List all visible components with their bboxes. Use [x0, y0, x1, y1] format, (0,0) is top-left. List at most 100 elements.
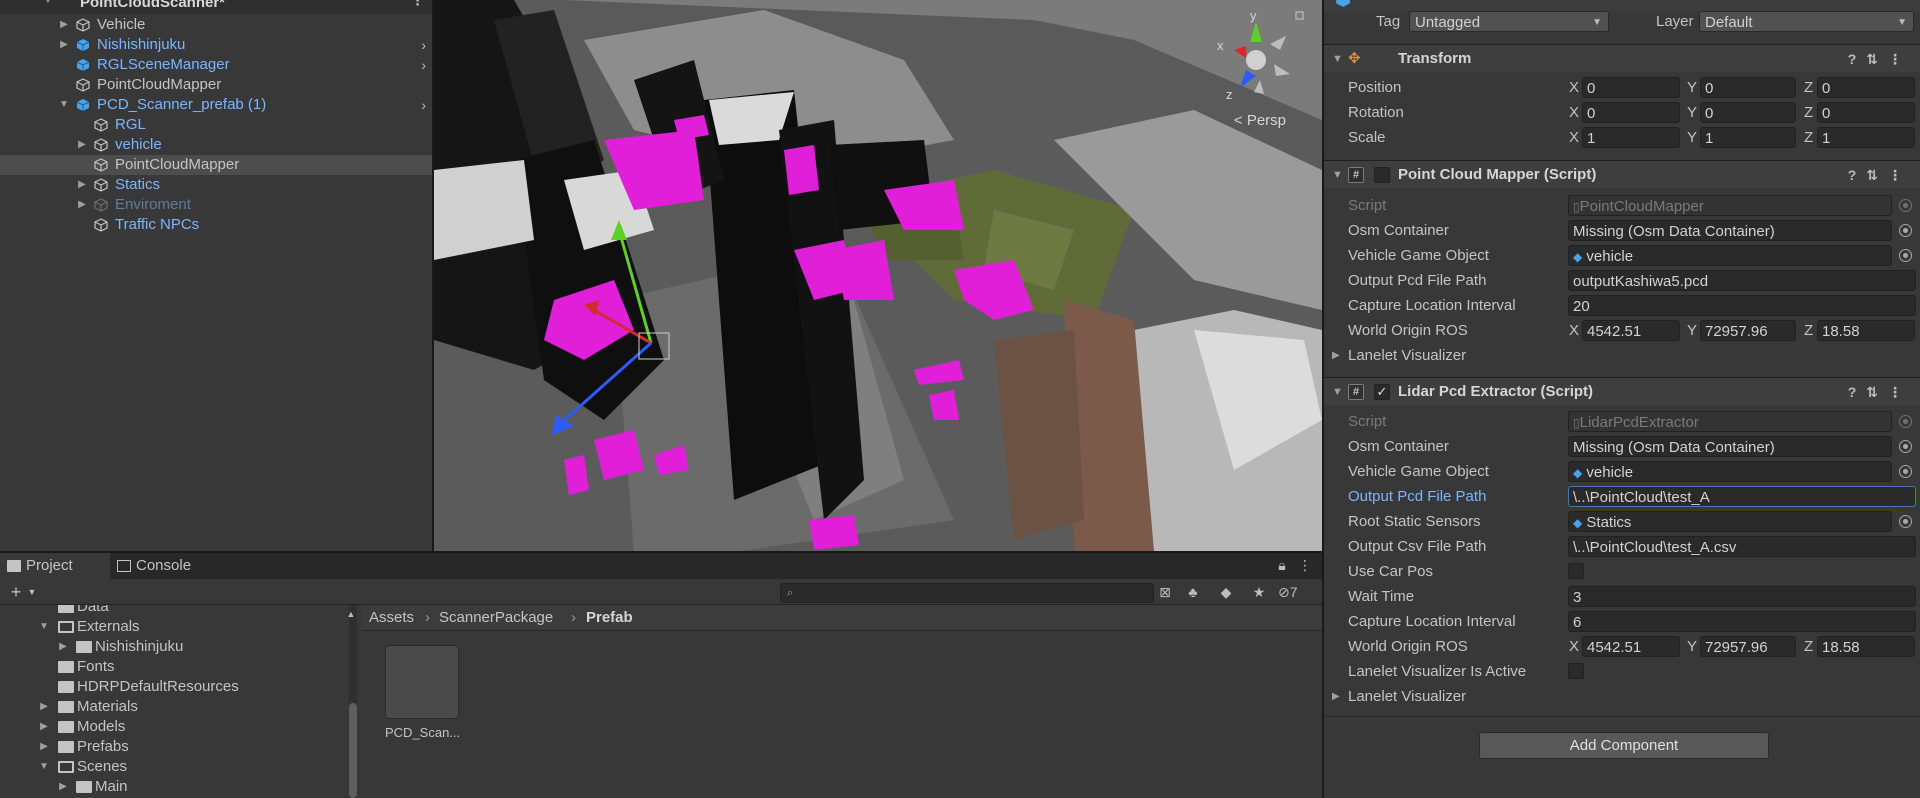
collapse-arrow-icon[interactable]: ▼: [42, 0, 54, 8]
collapse-arrow-icon[interactable]: ▼: [1332, 161, 1343, 189]
hierarchy-item-pointcloudmapper[interactable]: PointCloudMapper: [0, 75, 432, 95]
lidar-csv-field[interactable]: \..\PointCloud\test_A.csv: [1568, 536, 1916, 557]
collapse-arrow-icon[interactable]: ▼: [38, 757, 50, 777]
tab-console[interactable]: Console: [110, 553, 220, 579]
breadcrumb-prefab[interactable]: Prefab: [586, 605, 633, 631]
expand-arrow-icon[interactable]: ▶: [76, 175, 88, 195]
chevron-right-icon[interactable]: ›: [421, 95, 426, 115]
collapse-arrow-icon[interactable]: ▼: [1332, 45, 1343, 73]
more-options-icon[interactable]: ⋮: [1295, 556, 1315, 574]
expand-arrow-icon[interactable]: ▶: [38, 697, 50, 717]
object-picker-icon[interactable]: [1899, 465, 1912, 478]
component-menu-icons[interactable]: ?⇅⋮: [1848, 161, 1912, 189]
filter-by-label-icon[interactable]: ◆: [1216, 583, 1236, 601]
expand-arrow-icon[interactable]: ▶: [76, 135, 88, 155]
mapper-vehicle-field[interactable]: ◆ vehicle: [1568, 245, 1892, 266]
prefab-asset-label[interactable]: PCD_Scan...: [385, 725, 465, 740]
lidar-wait-field[interactable]: 3: [1568, 586, 1916, 607]
chevron-right-icon[interactable]: ›: [421, 55, 426, 75]
lidar-origin-x-field[interactable]: 4542.51: [1582, 636, 1680, 657]
hierarchy-item-pcd-scanner-prefab[interactable]: ▼ PCD_Scanner_prefab (1) ›: [0, 95, 432, 115]
expand-arrow-icon[interactable]: ▶: [57, 777, 69, 797]
lidar-lanelet-row[interactable]: ▶ Lanelet Visualizer: [1324, 684, 1920, 709]
hierarchy-item-traffic-npcs[interactable]: Traffic NPCs: [0, 215, 432, 235]
rotation-y-field[interactable]: 0: [1700, 102, 1796, 123]
component-menu-icons[interactable]: ?⇅⋮: [1848, 45, 1912, 73]
collapse-arrow-icon[interactable]: ▼: [58, 95, 70, 115]
mapper-interval-field[interactable]: 20: [1568, 295, 1916, 316]
lidar-pcd-extractor-header[interactable]: ▼ # ✓ Lidar Pcd Extractor (Script) ?⇅⋮: [1324, 377, 1920, 405]
mapper-enabled-checkbox[interactable]: [1374, 167, 1390, 183]
lidar-osm-field[interactable]: Missing (Osm Data Container): [1568, 436, 1892, 457]
tree-scrollbar-thumb[interactable]: [349, 703, 357, 798]
expand-arrow-icon[interactable]: ▶: [76, 195, 88, 215]
prefab-asset-thumbnail[interactable]: [385, 645, 459, 719]
expand-arrow-icon[interactable]: ▶: [1332, 343, 1340, 368]
hidden-packages-toggle[interactable]: ⊘7: [1278, 583, 1318, 601]
expand-arrow-icon[interactable]: ▶: [58, 15, 70, 35]
favorite-icon[interactable]: ★: [1249, 583, 1269, 601]
hierarchy-item-rglscenemanager[interactable]: RGLSceneManager ›: [0, 55, 432, 75]
mapper-pcd-field[interactable]: outputKashiwa5.pcd: [1568, 270, 1916, 291]
scene-view[interactable]: y x z < Persp: [434, 0, 1322, 552]
search-input[interactable]: ⌕: [780, 583, 1154, 603]
mapper-origin-z-field[interactable]: 18.58: [1817, 320, 1915, 341]
object-picker-icon[interactable]: [1899, 440, 1912, 453]
transform-header[interactable]: ▼ ✥ Transform ?⇅⋮: [1324, 44, 1920, 72]
tab-project[interactable]: Project: [0, 553, 110, 579]
tag-dropdown[interactable]: Untagged ▼: [1409, 11, 1609, 32]
search-by-type-icon[interactable]: ⊠: [1155, 583, 1175, 601]
scale-x-field[interactable]: 1: [1582, 127, 1680, 148]
rotation-z-field[interactable]: 0: [1817, 102, 1915, 123]
scene-root-row[interactable]: ▼ PointCloudScanner* ⋮: [0, 0, 432, 14]
chevron-down-icon[interactable]: ▼: [22, 583, 42, 601]
breadcrumb-assets[interactable]: Assets: [369, 605, 414, 631]
lidar-root-field[interactable]: ◆ Statics: [1568, 511, 1892, 532]
expand-arrow-icon[interactable]: ▶: [57, 637, 69, 657]
collapse-arrow-icon[interactable]: ▼: [1332, 378, 1343, 406]
chevron-right-icon[interactable]: ›: [421, 35, 426, 55]
scale-z-field[interactable]: 1: [1817, 127, 1915, 148]
scale-y-field[interactable]: 1: [1700, 127, 1796, 148]
hierarchy-item-rgl[interactable]: RGL: [0, 115, 432, 135]
lidar-vehicle-field[interactable]: ◆ vehicle: [1568, 461, 1892, 482]
lock-icon[interactable]: 🔒︎: [1272, 556, 1292, 574]
lidar-origin-z-field[interactable]: 18.58: [1817, 636, 1915, 657]
position-y-field[interactable]: 0: [1700, 77, 1796, 98]
object-picker-icon[interactable]: [1899, 249, 1912, 262]
more-options-icon[interactable]: ⋮: [411, 0, 424, 8]
rotation-x-field[interactable]: 0: [1582, 102, 1680, 123]
lidar-pcd-field[interactable]: \..\PointCloud\test_A: [1568, 486, 1916, 507]
expand-arrow-icon[interactable]: ▶: [38, 737, 50, 757]
hierarchy-item-pointcloudmapper-selected[interactable]: PointCloudMapper: [0, 155, 432, 175]
lidar-interval-field[interactable]: 6: [1568, 611, 1916, 632]
expand-arrow-icon[interactable]: ▶: [58, 35, 70, 55]
hierarchy-item-vehicle[interactable]: ▶ Vehicle: [0, 15, 432, 35]
projection-toggle[interactable]: < Persp: [1234, 112, 1286, 129]
lanelet-active-checkbox[interactable]: [1568, 663, 1584, 679]
lidar-origin-y-field[interactable]: 72957.96: [1700, 636, 1796, 657]
position-x-field[interactable]: 0: [1582, 77, 1680, 98]
layer-dropdown[interactable]: Default ▼: [1699, 11, 1914, 32]
mapper-origin-y-field[interactable]: 72957.96: [1700, 320, 1796, 341]
mapper-osm-field[interactable]: Missing (Osm Data Container): [1568, 220, 1892, 241]
mapper-lanelet-row[interactable]: ▶ Lanelet Visualizer: [1324, 343, 1920, 368]
point-cloud-mapper-header[interactable]: ▼ # Point Cloud Mapper (Script) ?⇅⋮: [1324, 160, 1920, 188]
filter-by-type-icon[interactable]: ♣: [1183, 583, 1203, 601]
breadcrumb-scannerpackage[interactable]: ScannerPackage: [439, 605, 553, 631]
object-picker-icon[interactable]: [1899, 224, 1912, 237]
hierarchy-item-nishishinjuku[interactable]: ▶ Nishishinjuku ›: [0, 35, 432, 55]
lidar-enabled-checkbox[interactable]: ✓: [1374, 384, 1390, 400]
add-component-button[interactable]: Add Component: [1479, 732, 1769, 759]
expand-arrow-icon[interactable]: ▶: [1332, 684, 1340, 709]
expand-arrow-icon[interactable]: ▶: [38, 717, 50, 737]
position-z-field[interactable]: 0: [1817, 77, 1915, 98]
hierarchy-item-vehicle-child[interactable]: ▶ vehicle: [0, 135, 432, 155]
hierarchy-item-statics[interactable]: ▶ Statics: [0, 175, 432, 195]
object-picker-icon[interactable]: [1899, 515, 1912, 528]
use-car-pos-checkbox[interactable]: [1568, 563, 1584, 579]
mapper-origin-x-field[interactable]: 4542.51: [1582, 320, 1680, 341]
hierarchy-item-enviroment[interactable]: ▶ Enviroment: [0, 195, 432, 215]
collapse-arrow-icon[interactable]: ▼: [38, 617, 50, 637]
component-menu-icons[interactable]: ?⇅⋮: [1848, 378, 1912, 406]
